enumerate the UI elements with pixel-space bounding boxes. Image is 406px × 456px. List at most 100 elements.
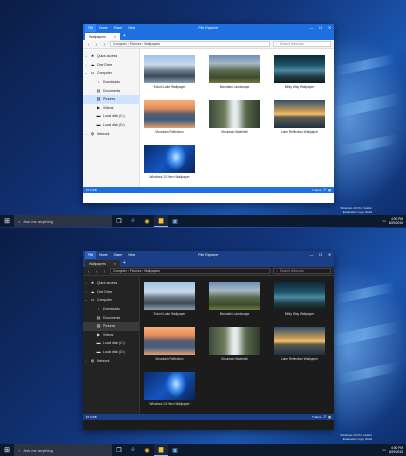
details-view-icon[interactable]: ☰: [323, 188, 326, 192]
tab-close-icon[interactable]: ×: [114, 35, 116, 39]
start-button[interactable]: ⊞: [0, 215, 14, 227]
task-view-icon[interactable]: ❐: [112, 444, 126, 456]
chrome-icon[interactable]: ◉: [140, 444, 154, 456]
search-input[interactable]: ⌕ Search Windows: [273, 268, 331, 274]
chrome-icon[interactable]: ◉: [140, 215, 154, 227]
sidebar-item-network[interactable]: › ◍ Network: [83, 356, 139, 365]
file-item[interactable]: Mountain Waterfall: [209, 100, 260, 134]
sidebar-item-label: Computer: [97, 71, 112, 76]
cortana-search-input[interactable]: ○ Ask me anything: [14, 215, 112, 227]
new-tab-button[interactable]: +: [123, 33, 126, 39]
forward-button[interactable]: ›: [94, 42, 99, 47]
sidebar-item-local-disk-c[interactable]: ▬ Local disk (C:): [83, 112, 139, 121]
microphone-icon: ○: [18, 218, 21, 224]
sidebar-item-one-drive[interactable]: › ☁ One Drive: [83, 61, 139, 70]
store-icon[interactable]: ▣: [168, 215, 182, 227]
sidebar-item-videos[interactable]: ▶ Videos: [83, 104, 139, 113]
chevron-icon[interactable]: ›: [84, 54, 88, 58]
back-button[interactable]: ‹: [86, 42, 91, 47]
thumbnail-view-icon[interactable]: ▦: [328, 415, 331, 419]
breadcrumb[interactable]: Computer › Pictures › Wallpapers: [110, 41, 270, 47]
tab-wallpapers[interactable]: Wallpapers ×: [85, 33, 120, 40]
wallpaper-thumbnail: [209, 55, 260, 83]
cortana-search-input[interactable]: ○ Ask me anything: [14, 444, 112, 456]
sidebar-item-computer[interactable]: ⌄ ▭ Computer: [83, 69, 139, 78]
store-icon[interactable]: ▣: [168, 444, 182, 456]
close-button[interactable]: ✕: [325, 251, 334, 259]
chevron-icon[interactable]: ›: [84, 132, 88, 136]
sidebar-item-pictures[interactable]: ▨ Pictures: [83, 94, 139, 104]
file-item[interactable]: Mountain Waterfall: [209, 327, 260, 361]
tab-close-icon[interactable]: ×: [114, 262, 116, 266]
sidebar-item-documents[interactable]: ▤ Documents: [83, 313, 139, 322]
file-item[interactable]: Windows 10 Hero Wallpaper: [144, 145, 195, 179]
minimize-button[interactable]: —: [307, 24, 316, 32]
breadcrumb[interactable]: Computer › Pictures › Wallpapers: [110, 268, 270, 274]
file-item[interactable]: Eckoh Lake Wallpaper: [144, 55, 195, 89]
clock[interactable]: 4:00 PM 6/29/2015: [389, 217, 403, 225]
close-button[interactable]: ✕: [325, 24, 334, 32]
new-tab-button[interactable]: +: [123, 260, 126, 266]
chevron-icon[interactable]: ›: [84, 290, 88, 294]
ribbon-tab-file[interactable]: File: [85, 24, 97, 32]
file-item[interactable]: Windows 10 Hero Wallpaper: [144, 372, 195, 406]
back-button[interactable]: ‹: [86, 269, 91, 274]
file-item[interactable]: Lake Reflection Wallpaper: [274, 327, 325, 361]
file-explorer-icon[interactable]: ▆: [154, 444, 168, 456]
chevron-icon[interactable]: ›: [84, 63, 88, 67]
edge-icon[interactable]: e: [126, 444, 140, 456]
search-input[interactable]: ⌕ Search Windows: [273, 41, 331, 47]
file-item[interactable]: Lake Reflection Wallpaper: [274, 100, 325, 134]
sidebar-item-videos[interactable]: ▶ Videos: [83, 331, 139, 340]
tab-wallpapers[interactable]: Wallpapers ×: [85, 260, 120, 267]
minimize-button[interactable]: —: [307, 251, 316, 259]
disk-icon: ▬: [96, 349, 101, 355]
sidebar-item-quick-access[interactable]: › ★ Quick access: [83, 52, 139, 61]
sidebar-item-local-disk-d[interactable]: ▬ Local disk (D:): [83, 348, 139, 357]
edge-icon[interactable]: e: [126, 215, 140, 227]
chevron-icon[interactable]: ›: [84, 359, 88, 363]
sidebar-item-downloads[interactable]: ↓ Downloads: [83, 305, 139, 314]
clock[interactable]: 4:00 PM 6/29/2015: [389, 446, 403, 454]
sidebar-item-quick-access[interactable]: › ★ Quick access: [83, 279, 139, 288]
maximize-button[interactable]: ☐: [316, 24, 325, 32]
file-item[interactable]: Mountain Reflection: [144, 327, 195, 361]
up-button[interactable]: ↑: [102, 42, 107, 47]
sidebar-item-computer[interactable]: ⌄ ▭ Computer: [83, 296, 139, 305]
forward-button[interactable]: ›: [94, 269, 99, 274]
file-item[interactable]: Eckoh Lake Wallpaper: [144, 282, 195, 316]
ribbon-tab-share[interactable]: Share: [111, 251, 126, 259]
ribbon-tab-file[interactable]: File: [85, 251, 97, 259]
file-explorer-icon[interactable]: ▆: [154, 215, 168, 227]
file-item[interactable]: Mountain Reflection: [144, 100, 195, 134]
sidebar-item-pictures[interactable]: ▨ Pictures: [83, 321, 139, 331]
chevron-icon[interactable]: ⌄: [84, 71, 88, 75]
notification-icon[interactable]: ▭: [383, 219, 386, 223]
ribbon-tab-home[interactable]: Home: [96, 251, 111, 259]
file-item[interactable]: Mountain Landscape: [209, 282, 260, 316]
wallpaper-thumbnail: [144, 55, 195, 83]
ribbon-tab-share[interactable]: Share: [111, 24, 126, 32]
thumbnail-view-icon[interactable]: ▦: [328, 188, 331, 192]
sidebar-item-documents[interactable]: ▤ Documents: [83, 86, 139, 95]
chevron-icon[interactable]: ⌄: [84, 298, 88, 302]
ribbon-tab-home[interactable]: Home: [96, 24, 111, 32]
maximize-button[interactable]: ☐: [316, 251, 325, 259]
sidebar-item-local-disk-d[interactable]: ▬ Local disk (D:): [83, 121, 139, 130]
ribbon-tab-view[interactable]: View: [125, 251, 138, 259]
sidebar-item-downloads[interactable]: ↓ Downloads: [83, 78, 139, 87]
sidebar-item-local-disk-c[interactable]: ▬ Local disk (C:): [83, 339, 139, 348]
notification-icon[interactable]: ▭: [383, 448, 386, 452]
chevron-icon[interactable]: ›: [84, 281, 88, 285]
task-view-icon[interactable]: ❐: [112, 215, 126, 227]
details-view-icon[interactable]: ☰: [323, 415, 326, 419]
file-item[interactable]: Milky Way Wallpaper: [274, 282, 325, 316]
sidebar-item-one-drive[interactable]: › ☁ One Drive: [83, 288, 139, 297]
file-item[interactable]: Mountain Landscape: [209, 55, 260, 89]
ribbon-tab-view[interactable]: View: [125, 24, 138, 32]
file-item[interactable]: Milky Way Wallpaper: [274, 55, 325, 89]
sidebar-item-network[interactable]: › ◍ Network: [83, 129, 139, 138]
up-button[interactable]: ↑: [102, 269, 107, 274]
disk-icon: ▬: [96, 113, 101, 119]
start-button[interactable]: ⊞: [0, 444, 14, 456]
